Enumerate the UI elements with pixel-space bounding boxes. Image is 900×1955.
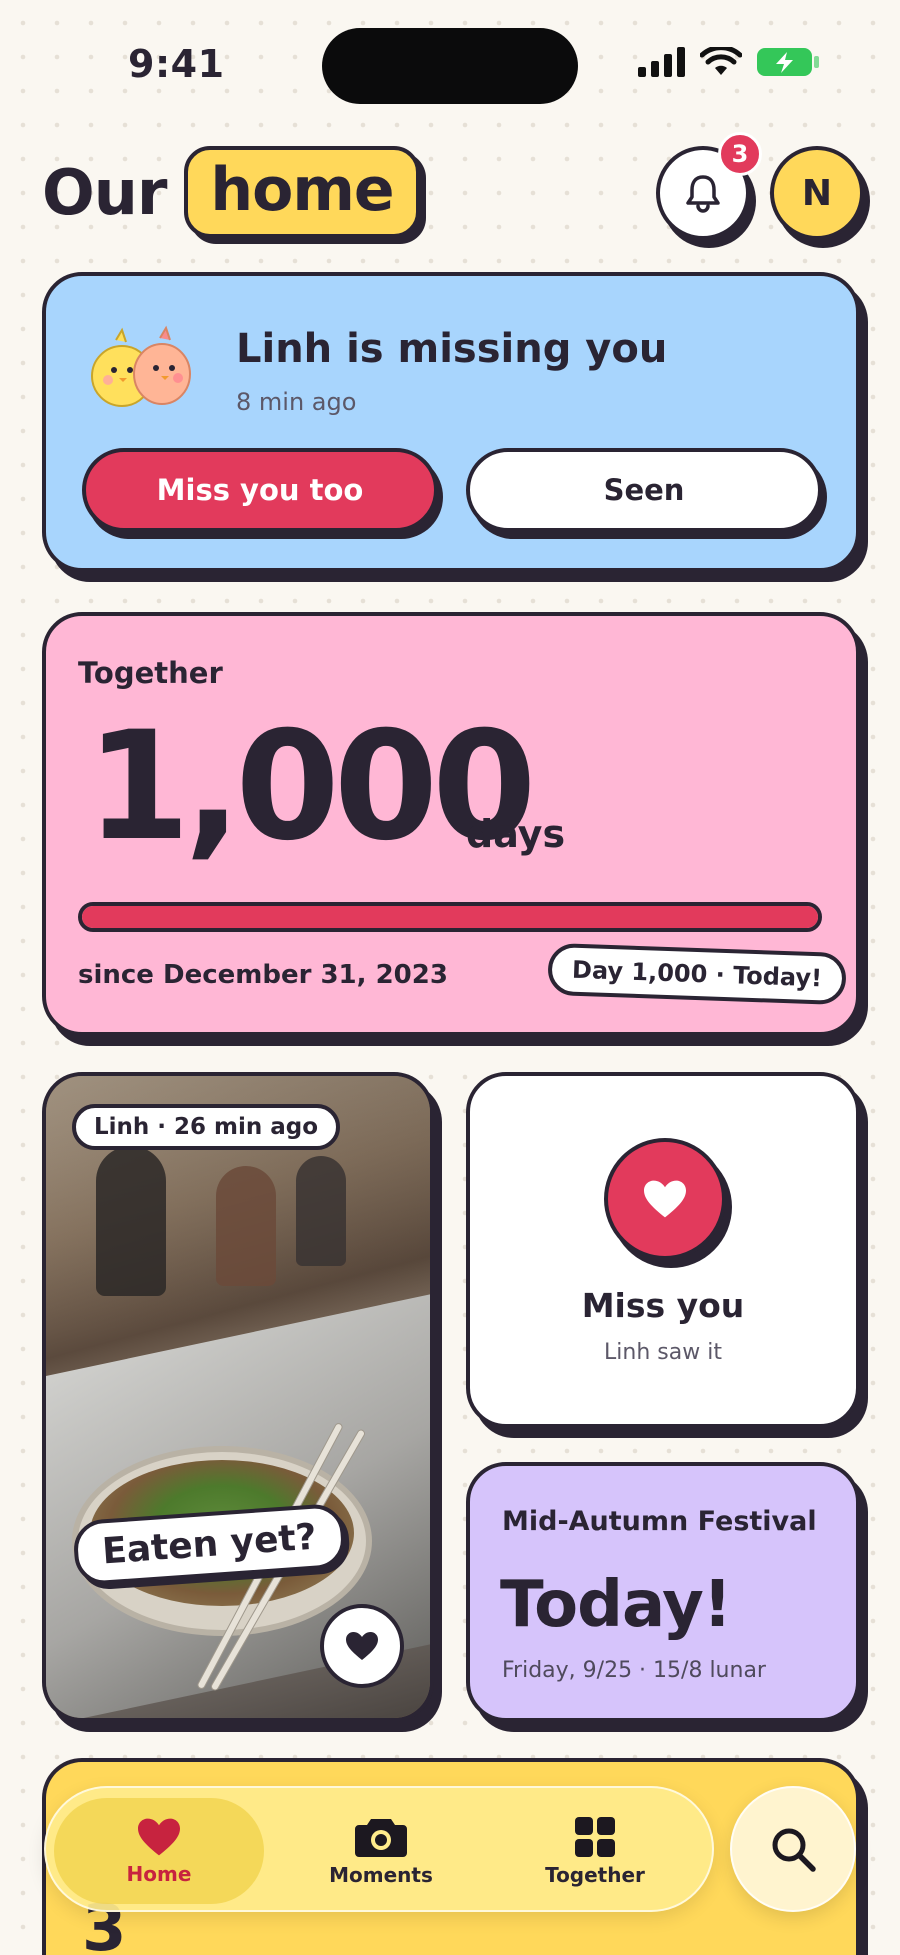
cellular-signal-icon bbox=[638, 47, 685, 77]
heart-icon bbox=[138, 1818, 180, 1856]
tab-moments-label: Moments bbox=[329, 1863, 433, 1887]
bell-icon bbox=[686, 175, 720, 213]
photo-author-tag: Linh · 26 min ago bbox=[72, 1104, 341, 1150]
together-label: Together bbox=[78, 656, 223, 690]
miss-you-title: Miss you bbox=[581, 1286, 745, 1325]
festival-date: Friday, 9/25 · 15/8 lunar bbox=[502, 1658, 766, 1683]
status-icons bbox=[638, 46, 820, 78]
camera-icon bbox=[355, 1819, 407, 1857]
notification-count-badge: 3 bbox=[718, 132, 762, 176]
photo-background-person bbox=[296, 1156, 346, 1266]
together-progress-fill bbox=[82, 906, 818, 928]
tab-home-label: Home bbox=[126, 1862, 192, 1886]
seen-button[interactable]: Seen bbox=[466, 448, 822, 532]
together-unit: days bbox=[466, 812, 566, 856]
profile-avatar[interactable]: N bbox=[770, 146, 864, 240]
status-time: 9:41 bbox=[128, 42, 225, 86]
search-icon bbox=[772, 1828, 816, 1872]
photo-moment-card[interactable]: Linh · 26 min ago Eaten yet? bbox=[42, 1072, 434, 1722]
tab-home[interactable]: Home bbox=[54, 1798, 264, 1904]
chicks-illustration-icon bbox=[91, 325, 191, 407]
grid-icon bbox=[575, 1817, 615, 1857]
bottom-tab-bar: Home Moments Together bbox=[44, 1786, 714, 1912]
miss-you-card[interactable]: Miss you Linh saw it bbox=[466, 1072, 860, 1428]
miss-you-status: Linh saw it bbox=[604, 1340, 722, 1365]
brand-highlight: home bbox=[184, 146, 420, 238]
day-milestone-chip: Day 1,000 · Today! bbox=[547, 942, 847, 1006]
brand-prefix: Our bbox=[42, 155, 167, 229]
photo-background-person bbox=[96, 1146, 166, 1296]
festival-title: Mid-Autumn Festival bbox=[502, 1506, 817, 1537]
search-button[interactable] bbox=[730, 1786, 856, 1912]
photo-like-button[interactable] bbox=[320, 1604, 404, 1688]
tab-moments[interactable]: Moments bbox=[276, 1798, 486, 1904]
heart-icon bbox=[346, 1632, 378, 1660]
photo-background-person bbox=[216, 1166, 276, 1286]
miss-you-too-button[interactable]: Miss you too bbox=[82, 448, 438, 532]
dynamic-island bbox=[322, 28, 578, 104]
tab-together-label: Together bbox=[545, 1863, 645, 1887]
together-counter-card: Together 1,000 days since December 31, 2… bbox=[42, 612, 860, 1036]
together-since-date: since December 31, 2023 bbox=[78, 960, 448, 990]
missing-timestamp: 8 min ago bbox=[236, 388, 357, 416]
tab-together[interactable]: Together bbox=[490, 1798, 700, 1904]
festival-event-card[interactable]: Mid-Autumn Festival Today! Friday, 9/25 … bbox=[466, 1462, 860, 1722]
wifi-icon bbox=[700, 47, 742, 75]
miss-you-heart-button[interactable] bbox=[604, 1138, 726, 1260]
heart-icon bbox=[644, 1180, 686, 1218]
battery-charging-icon bbox=[757, 48, 819, 76]
app-brand: Our home bbox=[42, 146, 420, 238]
missing-you-card: Linh is missing you 8 min ago Miss you t… bbox=[42, 272, 860, 572]
together-progress-bar bbox=[78, 902, 822, 932]
together-day-count: 1,000 bbox=[86, 700, 536, 874]
festival-headline: Today! bbox=[500, 1568, 732, 1642]
missing-title: Linh is missing you bbox=[236, 326, 668, 372]
